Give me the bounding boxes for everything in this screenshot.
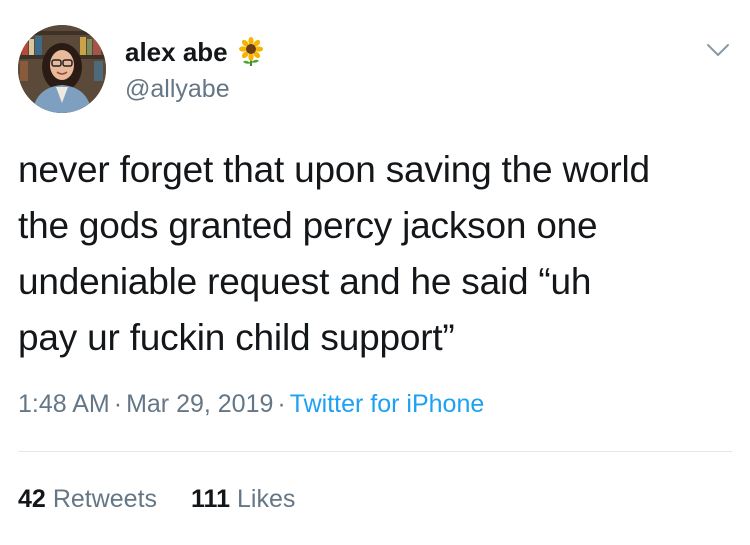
meta-separator: · xyxy=(113,390,123,418)
tweet-text: never forget that upon saving the world … xyxy=(18,142,734,366)
tweet-text-line: never forget that upon saving the world xyxy=(18,149,650,190)
likes-stat[interactable]: 111 Likes xyxy=(191,482,295,516)
likes-count: 111 xyxy=(191,485,230,513)
chevron-down-icon[interactable] xyxy=(706,42,730,58)
name-row: alex abe xyxy=(125,36,266,68)
tweet-card: alex abe @allyabe never forget that upon… xyxy=(0,0,750,545)
avatar[interactable] xyxy=(18,25,106,113)
display-name[interactable]: alex abe xyxy=(125,36,228,68)
tweet-source-link[interactable]: Twitter for iPhone xyxy=(290,390,485,418)
tweet-time[interactable]: 1:48 AM xyxy=(18,390,110,418)
retweets-count: 42 xyxy=(18,485,46,513)
retweets-stat[interactable]: 42 Retweets xyxy=(18,482,157,516)
meta-separator: · xyxy=(277,390,286,418)
likes-label: Likes xyxy=(236,485,296,513)
tweet-metadata: 1:48 AM · Mar 29, 2019 · Twitter for iPhone xyxy=(18,388,484,420)
user-handle[interactable]: @allyabe xyxy=(125,74,230,104)
sunflower-icon xyxy=(236,37,266,67)
engagement-stats: 42 Retweets 111 Likes xyxy=(18,482,295,516)
divider xyxy=(18,451,732,452)
tweet-date[interactable]: Mar 29, 2019 xyxy=(126,390,273,418)
retweets-label: Retweets xyxy=(52,485,158,513)
tweet-text-line: pay ur fuckin child support” xyxy=(18,317,455,358)
tweet-text-line: the gods granted percy jackson one xyxy=(18,205,598,246)
tweet-text-line: undeniable request and he said “uh xyxy=(18,261,592,302)
